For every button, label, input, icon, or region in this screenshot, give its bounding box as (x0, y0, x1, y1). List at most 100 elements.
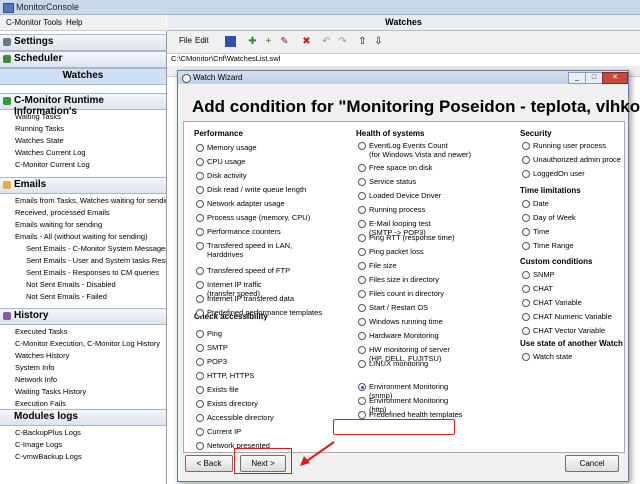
radio-button[interactable] (522, 299, 530, 307)
menu-help[interactable]: Help (66, 18, 82, 27)
radio-button[interactable] (522, 142, 530, 150)
radio-button[interactable] (358, 290, 366, 298)
radio-button[interactable] (358, 142, 366, 150)
radio-button[interactable] (358, 276, 366, 284)
radio-button[interactable] (196, 267, 204, 275)
undo-icon[interactable]: ↶ (321, 36, 332, 47)
radio-button[interactable] (522, 228, 530, 236)
radio-button[interactable] (196, 386, 204, 394)
nav-execution-fails[interactable]: Execution Fails (15, 399, 66, 408)
toolbar-edit[interactable]: Edit (195, 36, 209, 45)
section-runtime-information[interactable]: C-Monitor Runtime Information's (0, 93, 166, 117)
radio-button[interactable] (196, 344, 204, 352)
nav-waiting-tasks-history[interactable]: Waiting Tasks History (15, 387, 86, 396)
nav-received-emails[interactable]: Received, processed Emails (15, 208, 110, 217)
nav-sent-results[interactable]: Sent Emails - User and System tasks Resu… (26, 256, 166, 265)
nav-sent-responses[interactable]: Sent Emails - Responses to CM queries (26, 268, 159, 277)
radio-button[interactable] (196, 172, 204, 180)
radio-button[interactable] (358, 332, 366, 340)
radio-button[interactable] (358, 234, 366, 242)
maximize-button[interactable]: □ (585, 72, 603, 84)
radio-button[interactable] (196, 295, 204, 303)
radio-button[interactable] (358, 346, 366, 354)
move-up-icon[interactable]: ⇧ (357, 36, 368, 47)
nav-network-info[interactable]: Network Info (15, 375, 57, 384)
radio-button[interactable] (522, 271, 530, 279)
nav-not-sent-failed[interactable]: Not Sent Emails - Failed (26, 292, 107, 301)
radio-button[interactable] (196, 428, 204, 436)
radio-button[interactable] (358, 164, 366, 172)
move-down-icon[interactable]: ⇩ (373, 36, 384, 47)
save-icon[interactable] (225, 36, 236, 47)
toolbar-file[interactable]: File (179, 36, 192, 45)
radio-button[interactable] (358, 397, 366, 405)
nav-emails-all[interactable]: Emails - All (without waiting for sendin… (15, 232, 148, 241)
close-button[interactable]: ✕ (602, 72, 628, 84)
radio-button[interactable] (196, 144, 204, 152)
radio-button[interactable] (522, 285, 530, 293)
radio-button[interactable] (196, 358, 204, 366)
nav-cvmwbackup-logs[interactable]: C-vmwBackup Logs (15, 452, 82, 461)
radio-button[interactable] (522, 353, 530, 361)
radio-button[interactable] (196, 228, 204, 236)
nav-running-tasks[interactable]: Running Tasks (15, 124, 64, 133)
radio-button[interactable] (522, 156, 530, 164)
radio-button[interactable] (358, 360, 366, 368)
nav-execution-log-history[interactable]: C-Monitor Execution, C-Monitor Log Histo… (15, 339, 160, 348)
radio-button[interactable] (196, 442, 204, 450)
radio-button[interactable] (522, 170, 530, 178)
radio-button[interactable] (358, 178, 366, 186)
menu-cmonitor-tools[interactable]: C-Monitor Tools (6, 18, 62, 27)
nav-system-info[interactable]: System Info (15, 363, 55, 372)
nav-emails-waiting-sending[interactable]: Emails waiting for sending (15, 220, 102, 229)
nav-cmonitor-current-log[interactable]: C-Monitor Current Log (15, 160, 90, 169)
radio-button[interactable] (196, 330, 204, 338)
radio-button[interactable] (196, 309, 204, 317)
section-emails[interactable]: Emails (0, 177, 166, 194)
nav-watches-history[interactable]: Watches History (15, 351, 69, 360)
section-watches[interactable]: Watches (0, 68, 166, 85)
radio-button[interactable] (196, 372, 204, 380)
back-button[interactable]: < Back (185, 455, 233, 472)
add-watch-icon[interactable]: ✚ (247, 36, 258, 47)
radio-button[interactable] (522, 313, 530, 321)
nav-emails-waiting[interactable]: Emails from Tasks, Watches waiting for s… (15, 196, 166, 205)
radio-button[interactable] (358, 220, 366, 228)
cancel-button[interactable]: Cancel (565, 455, 619, 472)
nav-watches-current-log[interactable]: Watches Current Log (15, 148, 86, 157)
minimize-button[interactable]: _ (568, 72, 586, 84)
redo-icon[interactable]: ↷ (337, 36, 348, 47)
nav-waiting-tasks[interactable]: Waiting Tasks (15, 112, 61, 121)
radio-button[interactable] (196, 400, 204, 408)
radio-button[interactable] (196, 242, 204, 250)
radio-button[interactable] (196, 281, 204, 289)
section-modules-logs[interactable]: Modules logs (0, 409, 166, 426)
radio-button[interactable] (196, 214, 204, 222)
section-history[interactable]: History (0, 308, 166, 325)
nav-watches-state[interactable]: Watches State (15, 136, 64, 145)
radio-button[interactable] (196, 158, 204, 166)
section-settings[interactable]: Settings (0, 34, 166, 51)
delete-icon[interactable]: ✖ (301, 36, 312, 47)
radio-button[interactable] (358, 192, 366, 200)
radio-button[interactable] (358, 411, 366, 419)
nav-cimage-logs[interactable]: C-Image Logs (15, 440, 62, 449)
radio-button[interactable] (196, 200, 204, 208)
radio-button[interactable] (358, 304, 366, 312)
radio-button[interactable] (196, 186, 204, 194)
radio-button[interactable] (522, 327, 530, 335)
radio-button[interactable] (358, 262, 366, 270)
radio-button[interactable] (196, 414, 204, 422)
section-scheduler[interactable]: Scheduler (0, 51, 166, 68)
radio-button[interactable] (522, 214, 530, 222)
edit-watch-icon[interactable]: ✎ (279, 36, 290, 47)
radio-button[interactable] (358, 206, 366, 214)
radio-button[interactable] (358, 248, 366, 256)
radio-button[interactable] (522, 242, 530, 250)
nav-cbackupplus-logs[interactable]: C-BackupPlus Logs (15, 428, 81, 437)
radio-button[interactable] (522, 200, 530, 208)
radio-button[interactable] (358, 383, 366, 391)
add-icon[interactable]: + (263, 36, 274, 47)
nav-not-sent-disabled[interactable]: Not Sent Emails - Disabled (26, 280, 116, 289)
radio-button[interactable] (358, 318, 366, 326)
